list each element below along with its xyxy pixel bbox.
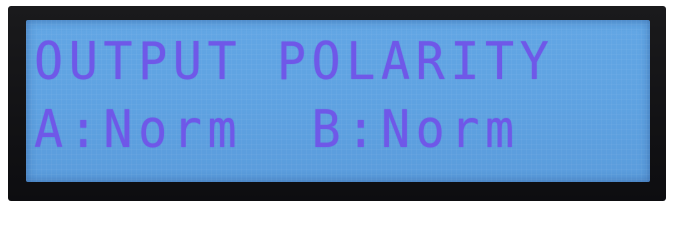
lcd-screen: OUTPUT POLARITY A:Norm B:Norm — [26, 20, 650, 182]
lcd-line-1: OUTPUT POLARITY — [34, 32, 555, 92]
lcd-line-2: A:Norm B:Norm — [34, 100, 520, 160]
